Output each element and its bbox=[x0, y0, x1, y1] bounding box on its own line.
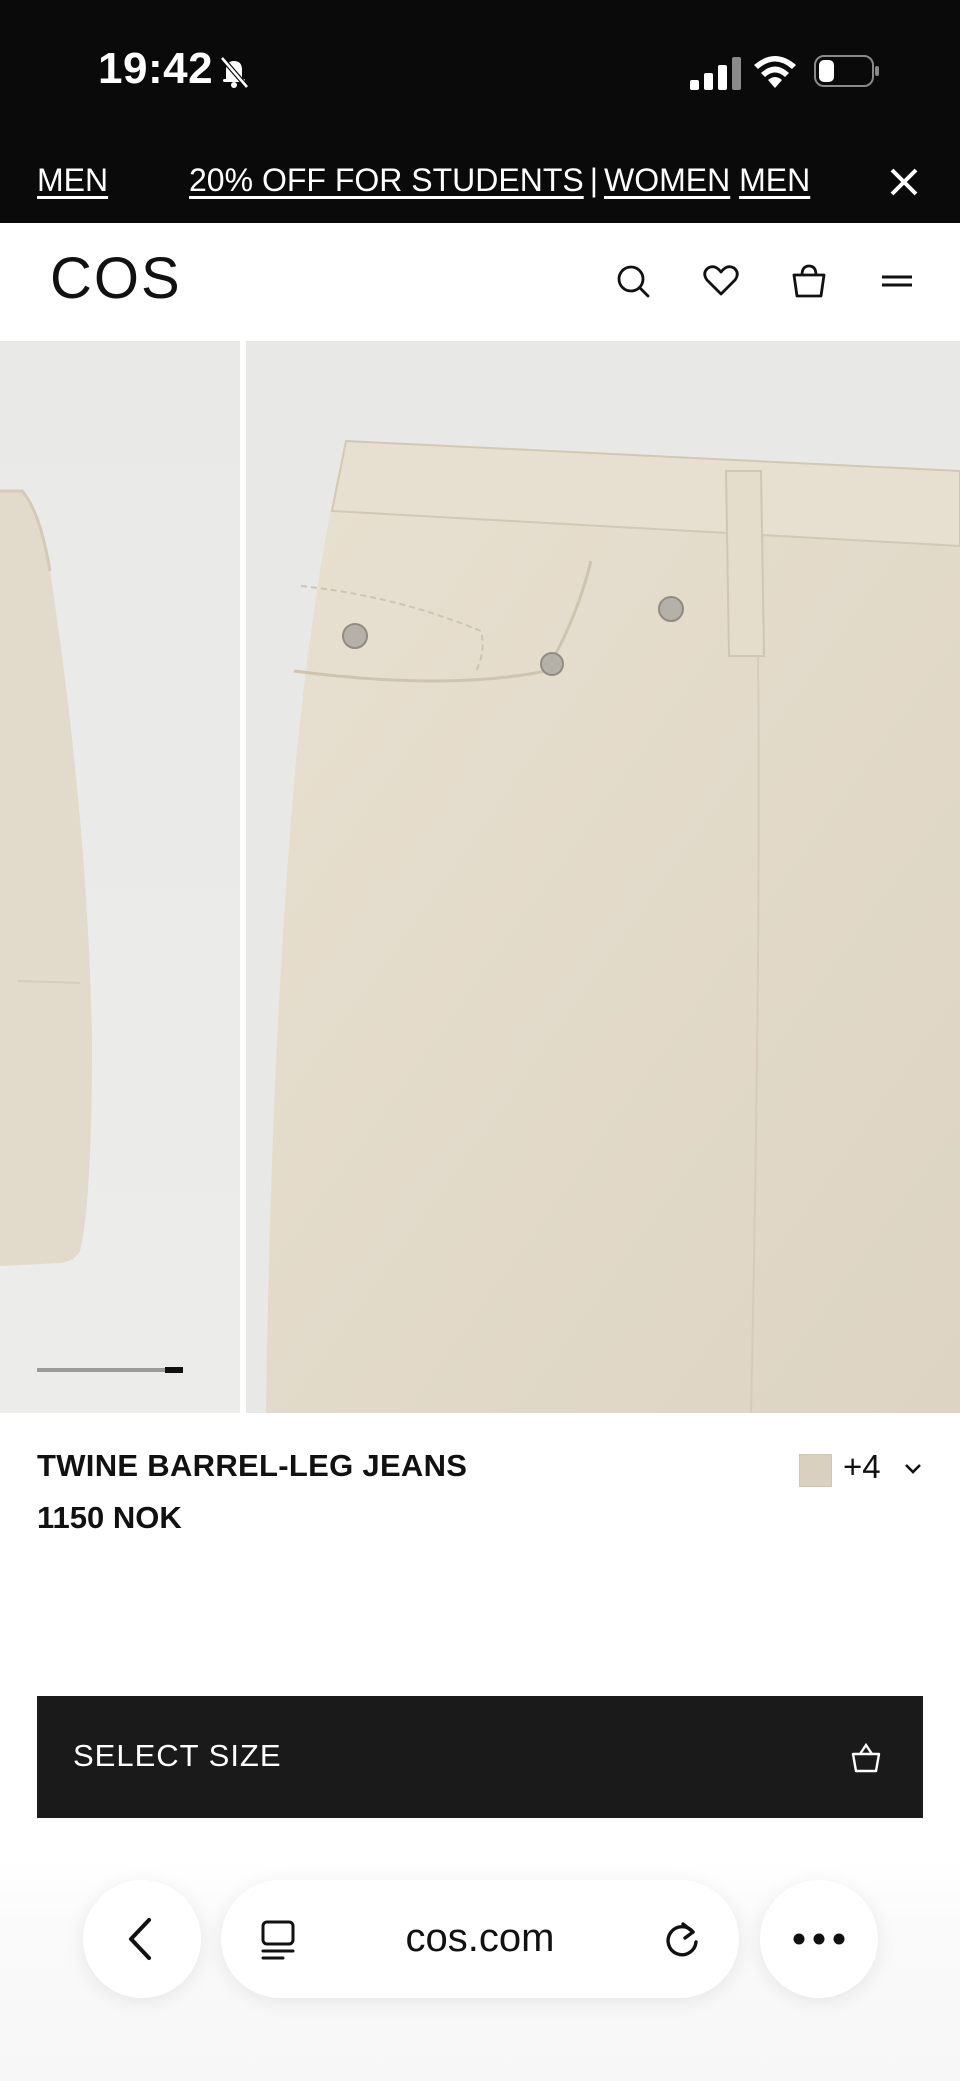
product-image-previous[interactable] bbox=[0, 341, 240, 1413]
chevron-left-icon bbox=[129, 1918, 151, 1960]
gallery-progress bbox=[37, 1367, 183, 1373]
select-size-button[interactable]: SELECT SIZE bbox=[37, 1696, 923, 1818]
shopping-bag-icon[interactable] bbox=[786, 258, 832, 304]
more-icon bbox=[793, 1933, 845, 1945]
gallery-progress-fill bbox=[165, 1367, 183, 1373]
more-colors-count[interactable]: +4 bbox=[843, 1448, 881, 1486]
menu-icon[interactable] bbox=[874, 258, 920, 304]
promo-links: 20% OFF FOR STUDENTS | WOMEN MEN bbox=[189, 162, 810, 199]
browser-toolbar: cos.com bbox=[0, 1860, 960, 2081]
cos-logo[interactable]: COS bbox=[50, 245, 182, 312]
bell-slash-icon bbox=[220, 56, 249, 89]
status-time: 19:42 bbox=[98, 44, 214, 93]
reload-icon[interactable] bbox=[661, 1918, 703, 1960]
product-title: TWINE BARREL-LEG JEANS bbox=[37, 1448, 468, 1483]
search-icon[interactable] bbox=[610, 258, 656, 304]
signal-icon bbox=[690, 57, 741, 90]
product-image-main[interactable] bbox=[246, 341, 960, 1413]
promo-men-link-2[interactable]: MEN bbox=[739, 162, 810, 198]
heart-icon[interactable] bbox=[698, 258, 744, 304]
color-swatch[interactable] bbox=[799, 1454, 832, 1487]
promo-men-link[interactable]: MEN bbox=[37, 162, 108, 199]
select-size-label: SELECT SIZE bbox=[73, 1738, 282, 1773]
address-bar[interactable]: cos.com bbox=[221, 1880, 739, 1998]
basket-icon bbox=[851, 1742, 881, 1773]
product-image-gallery[interactable] bbox=[0, 341, 960, 1413]
status-bar: 19:42 bbox=[0, 0, 960, 140]
site-header: COS bbox=[0, 223, 960, 341]
wifi-icon bbox=[754, 56, 796, 88]
more-options-button[interactable] bbox=[760, 1880, 878, 1998]
promo-women-link[interactable]: WOMEN bbox=[604, 162, 730, 198]
battery-icon bbox=[814, 55, 879, 87]
chevron-down-icon[interactable] bbox=[902, 1461, 924, 1477]
promo-banner: MEN 20% OFF FOR STUDENTS | WOMEN MEN bbox=[0, 140, 960, 223]
jeans-leg-illustration bbox=[0, 489, 92, 1266]
product-price: 1150 NOK bbox=[37, 1500, 182, 1535]
back-button[interactable] bbox=[83, 1880, 201, 1998]
jeans-closeup-illustration bbox=[266, 439, 960, 1413]
promo-separator: | bbox=[589, 162, 599, 198]
students-discount-link[interactable]: 20% OFF FOR STUDENTS bbox=[189, 162, 584, 198]
close-icon[interactable] bbox=[884, 162, 924, 202]
